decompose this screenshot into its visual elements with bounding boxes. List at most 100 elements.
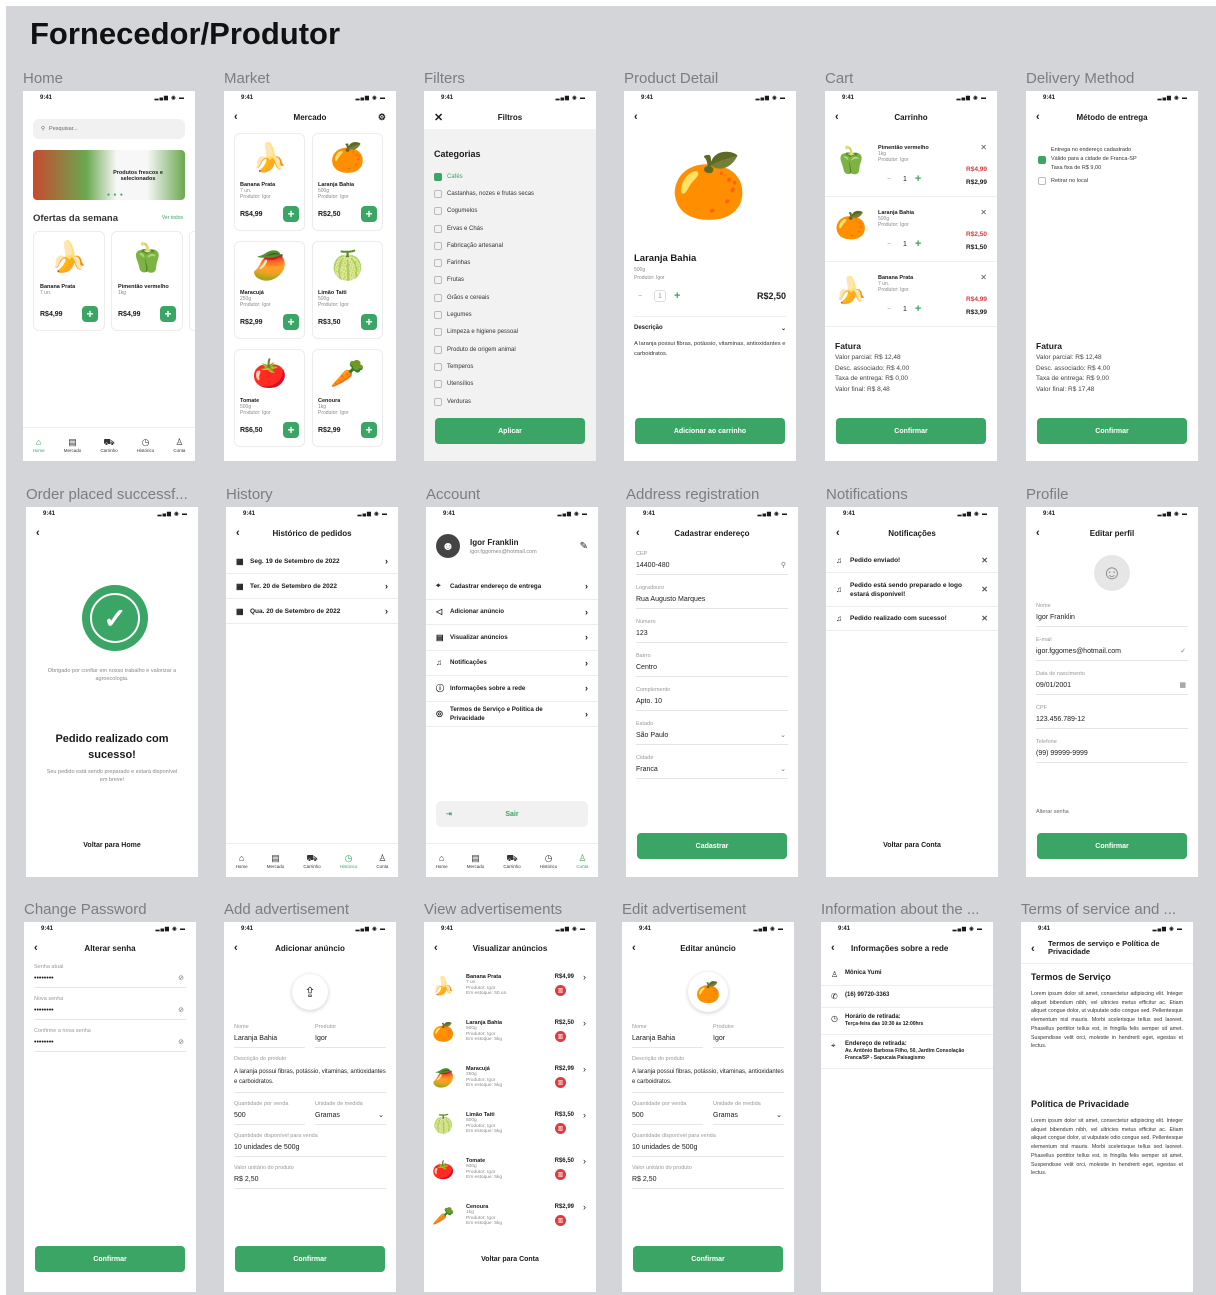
remove-icon[interactable]: ✕ xyxy=(980,208,987,217)
form-field[interactable]: 10 unidades de 500g xyxy=(234,1139,386,1157)
checkbox[interactable] xyxy=(434,276,442,285)
form-field[interactable]: 14400-480 ⚲ xyxy=(636,557,788,575)
form-field[interactable]: 500 xyxy=(234,1107,305,1125)
ad-item[interactable]: 🍊 Laranja Bahia 500g Produtor: Igor Em estoq… xyxy=(424,1018,596,1064)
description-toggle[interactable]: Descrição ⌄ xyxy=(634,316,786,332)
tab-cart[interactable]: ⛟ Carrinho xyxy=(303,853,320,869)
add-button[interactable]: + xyxy=(361,314,377,330)
tab-history[interactable]: ◷ Histórico xyxy=(540,853,558,869)
back-icon[interactable]: ‹ xyxy=(1036,527,1040,539)
tab-home[interactable]: ⌂ Home xyxy=(436,853,448,869)
close-icon[interactable]: ✕ xyxy=(434,111,443,124)
form-field[interactable]: Laranja Bahia xyxy=(632,1030,703,1048)
upload-icon[interactable]: ⇪ xyxy=(292,974,328,1010)
form-field[interactable]: Apto. 10 xyxy=(636,693,788,711)
form-field[interactable]: São Paulo ⌄ xyxy=(636,727,788,745)
trash-icon[interactable]: ▥ xyxy=(555,1031,566,1042)
quantity-stepper[interactable]: −1 + xyxy=(883,238,921,250)
checkbox[interactable] xyxy=(434,224,442,233)
form-field[interactable]: (99) 99999-9999 xyxy=(1036,745,1188,763)
product-card[interactable]: 🥭 Maracujá 250g Produtor: Igor R$2,99 + xyxy=(234,241,305,339)
apply-button[interactable]: Aplicar xyxy=(435,418,585,444)
delivery-option-pickup[interactable]: Retirar no local xyxy=(1038,177,1088,185)
back-icon[interactable]: ‹ xyxy=(835,111,839,123)
tab-market[interactable]: ▤ Mercado xyxy=(64,437,82,453)
ad-item[interactable]: 🥕 Cenoura 1kg Produtor: Igor Em estoque: 5kg… xyxy=(424,1202,596,1248)
add-button[interactable]: + xyxy=(361,422,377,438)
confirm-button[interactable]: Confirmar xyxy=(1037,418,1187,444)
back-icon[interactable]: ‹ xyxy=(1036,111,1040,123)
confirm-button[interactable]: Confirmar xyxy=(836,418,986,444)
category-option[interactable]: Limpeza e higiene pessoal xyxy=(434,324,589,341)
notification-item[interactable]: ♫ Pedido realizado com sucesso! ✕ xyxy=(826,607,998,631)
form-field[interactable]: Igor xyxy=(713,1030,784,1048)
tab-account[interactable]: ♙ Conta xyxy=(576,853,588,869)
chevron-right-icon[interactable]: › xyxy=(583,1018,586,1028)
form-field[interactable]: Igor Franklin xyxy=(1036,609,1188,627)
tab-cart[interactable]: ⛟ Carrinho xyxy=(100,437,117,453)
confirm-button[interactable]: Confirmar xyxy=(633,1246,783,1272)
category-option[interactable]: Verduras xyxy=(434,393,589,410)
back-icon[interactable]: ‹ xyxy=(831,942,835,954)
dismiss-icon[interactable]: ✕ xyxy=(981,585,988,594)
category-option[interactable]: Utensílios xyxy=(434,376,589,393)
back-icon[interactable]: ‹ xyxy=(236,527,240,539)
back-icon[interactable]: ‹ xyxy=(434,942,438,954)
trash-icon[interactable]: ▥ xyxy=(555,1215,566,1226)
product-card[interactable]: 🍅 Tomate 500g Produtor: Igor R$6,50 + xyxy=(234,349,305,447)
form-field[interactable]: Centro xyxy=(636,659,788,677)
account-menu-item[interactable]: ⓘ Informações sobre a rede › xyxy=(426,676,598,702)
back-icon[interactable]: ‹ xyxy=(632,942,636,954)
category-option[interactable]: Frutas xyxy=(434,272,589,289)
promo-banner[interactable]: Produtos frescos e selecionados ● ● ● xyxy=(33,150,185,200)
back-home-link[interactable]: Voltar para Home xyxy=(26,842,198,849)
back-icon[interactable]: ‹ xyxy=(234,111,238,123)
checkbox[interactable] xyxy=(434,241,442,250)
form-field[interactable]: R$ 2,50 xyxy=(632,1171,784,1189)
notification-item[interactable]: ♫ Pedido está sendo preparado e logo esta… xyxy=(826,573,998,607)
delivery-option-address[interactable]: Entrega no endereço cadastrado Válido pa… xyxy=(1038,146,1137,173)
product-card[interactable]: 🍊 Laranja Bahia 500g Produtor: Igor R$2,50… xyxy=(312,133,383,231)
form-field[interactable]: Gramas ⌄ xyxy=(315,1107,386,1125)
category-option[interactable]: Temperos xyxy=(434,358,589,375)
category-option[interactable]: Cafés xyxy=(434,168,589,185)
add-to-cart-button[interactable]: Adicionar ao carrinho xyxy=(635,418,785,444)
quantity-stepper[interactable]: −1 + xyxy=(634,290,680,302)
tab-home[interactable]: ⌂ Home xyxy=(33,437,45,453)
remove-icon[interactable]: ✕ xyxy=(980,143,987,152)
edit-profile-icon[interactable]: ✎ xyxy=(580,541,588,552)
checkbox[interactable] xyxy=(434,311,442,320)
product-card[interactable]: 🫑 Pimentão vermelho 1kg R$4,99 + xyxy=(111,231,183,331)
back-icon[interactable]: ‹ xyxy=(836,527,840,539)
checkbox[interactable] xyxy=(434,345,442,354)
add-button[interactable]: + xyxy=(283,422,299,438)
history-row[interactable]: ▦ Seg. 19 de Setembro de 2022 › xyxy=(226,549,398,574)
confirm-button[interactable]: Confirmar xyxy=(235,1246,385,1272)
back-icon[interactable]: ‹ xyxy=(636,527,640,539)
product-card[interactable]: 🍈 Limão Taiti 500g Produtor: Igor R$3,50 + xyxy=(312,241,383,339)
tab-home[interactable]: ⌂ Home xyxy=(236,853,248,869)
form-field[interactable]: 123 xyxy=(636,625,788,643)
avatar[interactable]: ☺ xyxy=(1094,555,1130,591)
category-option[interactable]: Fabricação artesanal xyxy=(434,237,589,254)
checkbox[interactable] xyxy=(434,189,442,198)
category-option[interactable]: Farinhas xyxy=(434,254,589,271)
form-field[interactable]: R$ 2,50 xyxy=(234,1171,386,1189)
category-option[interactable]: Produto de origem animal xyxy=(434,341,589,358)
ad-item[interactable]: 🍅 Tomate 500g Produtor: Igor Em estoque: 5kg… xyxy=(424,1156,596,1202)
category-option[interactable]: Ervas e Chás xyxy=(434,220,589,237)
form-field[interactable]: Rua Augusto Marques xyxy=(636,591,788,609)
add-button[interactable]: + xyxy=(283,206,299,222)
chevron-right-icon[interactable]: › xyxy=(583,1202,586,1212)
chevron-right-icon[interactable]: › xyxy=(583,1110,586,1120)
dismiss-icon[interactable]: ✕ xyxy=(981,614,988,623)
change-password-link[interactable]: Alterar senha xyxy=(1036,809,1069,815)
search-input[interactable]: ⚲ Pesquisar... xyxy=(33,119,185,139)
category-option[interactable]: Castanhas, nozes e frutas secas xyxy=(434,185,589,202)
history-row[interactable]: ▦ Ter. 20 de Setembro de 2022 › xyxy=(226,574,398,599)
form-field[interactable]: Igor xyxy=(315,1030,386,1048)
form-field[interactable]: •••••••• ⊘ xyxy=(34,1002,186,1020)
trash-icon[interactable]: ▥ xyxy=(555,1169,566,1180)
tab-history[interactable]: ◷ Histórico xyxy=(340,853,358,869)
tab-cart[interactable]: ⛟ Carrinho xyxy=(503,853,520,869)
